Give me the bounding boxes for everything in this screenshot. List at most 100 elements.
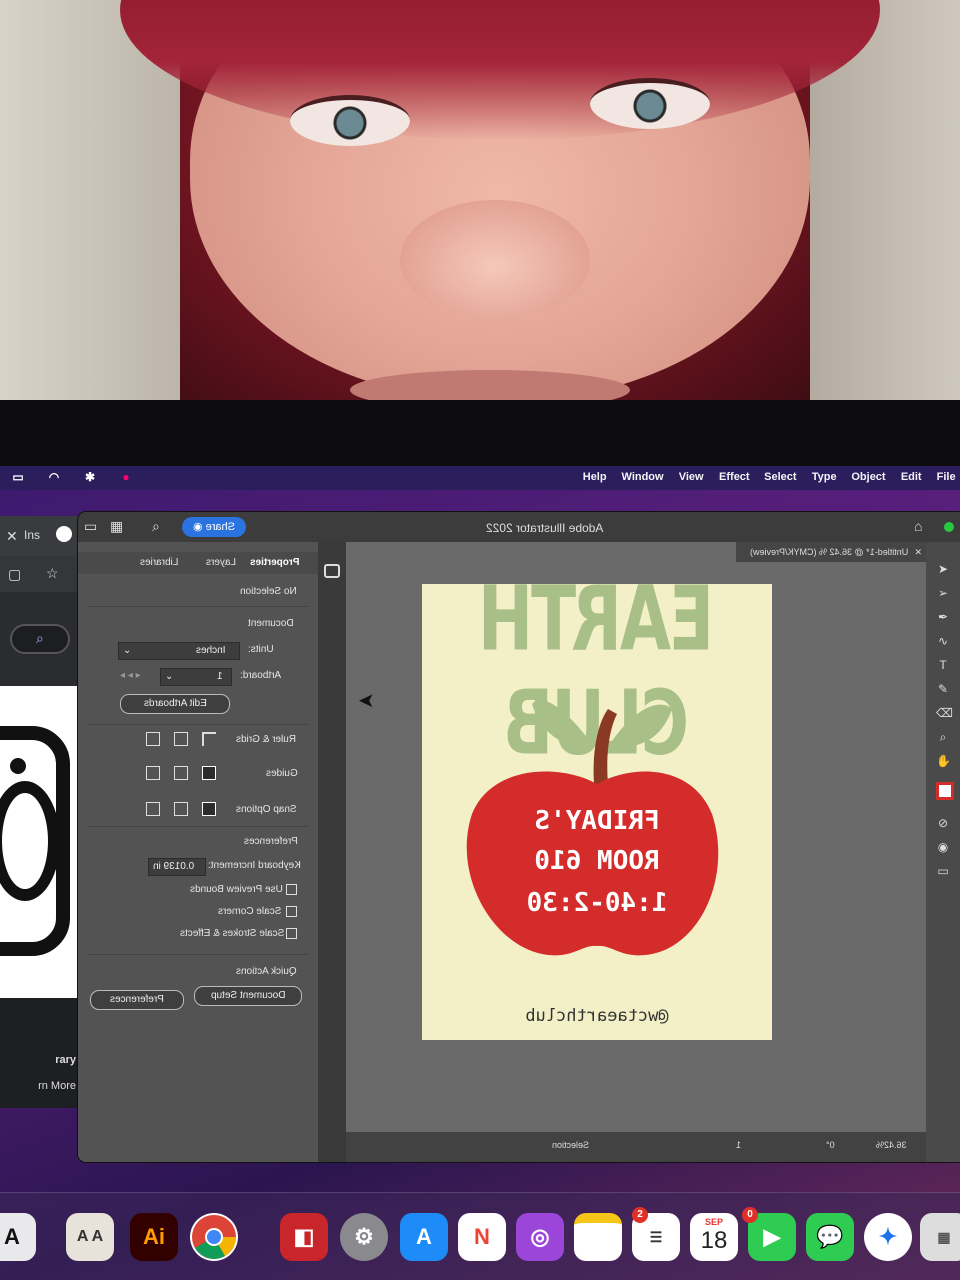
facetime-icon[interactable]: ▶ 0 <box>742 1207 796 1261</box>
selection-tool-icon[interactable]: ➤ <box>936 562 950 576</box>
messages-icon[interactable]: 💬 <box>806 1213 854 1261</box>
launchpad-icon[interactable]: ▦ <box>920 1213 960 1261</box>
quick-actions-heading: Quick Actions <box>236 966 297 977</box>
smart-guides-icon[interactable] <box>146 766 160 780</box>
panel-toggle-icon[interactable]: ▭ <box>84 518 97 535</box>
curvature-tool-icon[interactable]: ∿ <box>936 634 950 648</box>
rotation-value[interactable]: 0° <box>826 1140 835 1150</box>
system-preferences-icon[interactable]: ⚙ <box>340 1213 388 1261</box>
sidebar-icon[interactable]: ▢ <box>8 566 21 583</box>
properties-panel: Properties Layers Libraries No Selection… <box>78 542 318 1162</box>
safari-icon[interactable]: ✦ <box>864 1213 912 1261</box>
share-button[interactable]: Share ◉ <box>182 517 246 537</box>
illustrator-dock-icon[interactable]: Ai <box>130 1213 178 1261</box>
artboard-number[interactable]: 1 <box>736 1140 741 1150</box>
menu-object[interactable]: Object <box>852 471 886 483</box>
none-color-icon[interactable]: ⊘ <box>936 816 950 830</box>
notes-icon[interactable] <box>574 1213 622 1261</box>
snap-pixel-icon[interactable] <box>174 802 188 816</box>
zoom-level[interactable]: 36.42% <box>876 1140 907 1150</box>
type-tool-icon[interactable]: T <box>936 658 950 672</box>
eraser-tool-icon[interactable]: ⌫ <box>936 706 953 720</box>
canvas-area[interactable]: Untitled-1* @ 36.42 % (CMYK/Preview) ✕ E… <box>346 542 926 1132</box>
podcasts-icon[interactable]: ◎ <box>516 1213 564 1261</box>
transparency-grid-icon[interactable] <box>146 732 160 746</box>
menu-effect[interactable]: Effect <box>719 471 750 483</box>
illustrator-window: ▭ ▦ ⌕ Share ◉ Adobe Illustrator 2022 ⌂ P… <box>78 512 960 1162</box>
document-setup-button[interactable]: Document Setup <box>194 986 302 1006</box>
window-zoom-button[interactable] <box>944 522 954 532</box>
close-tab-icon[interactable]: ✕ <box>6 528 18 545</box>
battery-icon[interactable]: ▭ <box>10 470 26 484</box>
laptop-screen: ▭ ◠ ✱ ● File Edit Object Type Select Eff… <box>0 466 960 1280</box>
tab-layers[interactable]: Layers <box>206 557 236 568</box>
artboard[interactable]: EARTH CLUB FRIDAY'S ROOM 610 1:40-2:30 @… <box>422 567 772 1040</box>
ruler-grids-label: Ruler & Grids <box>236 734 297 745</box>
calendar-icon[interactable]: SEP 18 <box>690 1213 738 1261</box>
menu-file[interactable]: File <box>937 471 956 483</box>
news-icon[interactable]: N <box>458 1213 506 1261</box>
edit-artboards-button[interactable]: Edit Artboards <box>120 694 230 714</box>
menu-view[interactable]: View <box>679 471 704 483</box>
artboard-nav-icon[interactable]: ◂ ◂ ▸ <box>120 670 141 681</box>
keyboard-increment-input[interactable]: 0.0139 in <box>148 858 206 876</box>
menu-select[interactable]: Select <box>765 471 797 483</box>
footer-line-2[interactable]: rn More <box>38 1080 76 1092</box>
siri-icon[interactable]: ● <box>118 470 134 484</box>
right-eye <box>590 78 710 129</box>
calendar-day: 18 <box>700 1227 728 1254</box>
app-menus: File Edit Object Type Select Effect View… <box>583 471 956 483</box>
comment-icon[interactable] <box>324 564 340 578</box>
preferences-button[interactable]: Preferences <box>90 990 184 1010</box>
google-icon <box>56 526 72 542</box>
divider <box>88 826 308 827</box>
comments-strip <box>318 542 346 1162</box>
nose <box>400 200 590 320</box>
search-icon[interactable]: ⌕ <box>152 518 160 535</box>
app-store-icon[interactable]: A <box>400 1213 448 1261</box>
tab-properties[interactable]: Properties <box>250 557 299 568</box>
arrange-icon[interactable]: ▦ <box>110 518 123 535</box>
pen-tool-icon[interactable]: ✒ <box>936 610 950 624</box>
hand-tool-icon[interactable]: ✋ <box>936 754 951 768</box>
chrome-icon[interactable] <box>190 1213 238 1261</box>
photo-booth-icon[interactable]: ◧ <box>280 1213 328 1261</box>
bluetooth-icon[interactable]: ✱ <box>82 470 98 484</box>
scale-corners-checkbox[interactable] <box>286 906 297 917</box>
chrome-logo-icon <box>192 1215 236 1259</box>
use-preview-bounds-checkbox[interactable] <box>286 884 297 895</box>
show-guides-icon[interactable] <box>202 766 216 780</box>
screen-mode-icon[interactable]: ▭ <box>936 864 950 878</box>
artboard-select[interactable]: 1 ⌄ <box>160 668 232 686</box>
ai-titlebar: ▭ ▦ ⌕ Share ◉ Adobe Illustrator 2022 ⌂ <box>78 512 960 542</box>
tab-label[interactable]: Ins <box>24 528 40 542</box>
font-book-icon[interactable]: A <box>0 1213 36 1261</box>
menu-type[interactable]: Type <box>812 471 837 483</box>
grid-icon[interactable] <box>174 732 188 746</box>
snap-glyph-icon[interactable] <box>146 802 160 816</box>
home-icon[interactable]: ⌂ <box>914 518 922 534</box>
artboard-label: Artboard: <box>240 670 282 681</box>
bookmark-star-icon[interactable]: ☆ <box>46 565 59 582</box>
document-tab[interactable]: Untitled-1* @ 36.42 % (CMYK/Preview) ✕ <box>736 542 926 562</box>
menu-window[interactable]: Window <box>622 471 664 483</box>
fill-stroke-icon[interactable] <box>936 782 954 800</box>
wifi-icon[interactable]: ◠ <box>46 470 62 484</box>
pencil-tool-icon[interactable]: ✎ <box>936 682 950 696</box>
reminders-icon[interactable]: ☰ 2 <box>632 1207 680 1261</box>
direct-selection-tool-icon[interactable]: ➢ <box>936 586 950 600</box>
facetime-badge: 0 <box>742 1207 758 1223</box>
tab-libraries[interactable]: Libraries <box>140 557 178 568</box>
scale-strokes-checkbox[interactable] <box>286 928 297 939</box>
ruler-icon[interactable] <box>202 732 216 746</box>
snap-point-icon[interactable] <box>202 802 216 816</box>
menu-edit[interactable]: Edit <box>901 471 922 483</box>
draw-mode-icon[interactable]: ◉ <box>936 840 950 854</box>
menu-help[interactable]: Help <box>583 471 607 483</box>
close-icon[interactable]: ✕ <box>914 547 922 558</box>
zoom-tool-icon[interactable]: ⌕ <box>936 730 950 744</box>
lock-guides-icon[interactable] <box>174 766 188 780</box>
font-app-icon[interactable]: A A <box>66 1213 114 1261</box>
search-pill[interactable]: ⌕ <box>10 624 70 654</box>
units-select[interactable]: Inches ⌄ <box>118 642 240 660</box>
